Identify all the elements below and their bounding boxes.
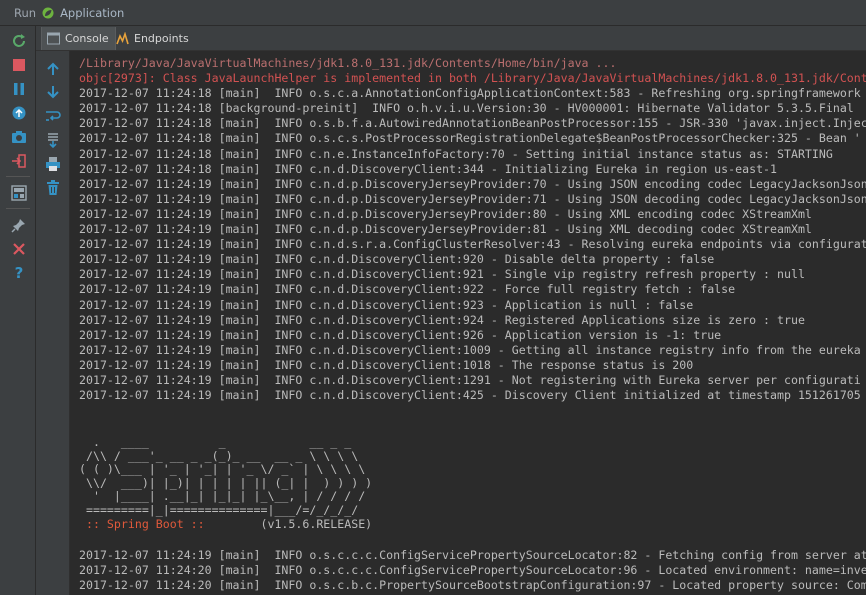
print-icon[interactable] [45,156,61,172]
log-line: 2017-12-07 11:24:19 [main] INFO c.n.d.Di… [79,372,861,387]
log-line: 2017-12-07 11:24:19 [main] INFO c.n.d.Di… [79,297,694,312]
log-block-2: 2017-12-07 11:24:19 [main] INFO o.s.c.c.… [79,548,866,595]
scroll-to-end-icon[interactable] [45,132,61,148]
run-left-toolbar: ? [0,26,36,595]
banner-line: /\\ / ___'_ __ _ _(_)_ __ __ _ \ \ \ \ [79,448,359,463]
log-line: 2017-12-07 11:24:18 [main] INFO c.n.e.In… [79,146,833,161]
log-line: 2017-12-07 11:24:18 [background-preinit]… [79,101,854,116]
run-label: Run [14,5,37,20]
tab-endpoints-label: Endpoints [134,32,189,45]
spring-boot-label: :: Spring Boot :: [79,517,212,532]
log-line: 2017-12-07 11:24:19 [main] INFO c.n.d.Di… [79,357,694,372]
log-block-1: 2017-12-07 11:24:18 [main] INFO o.s.c.a.… [79,86,866,403]
scroll-down-icon[interactable] [45,84,61,100]
banner-line: =========|_|==============|___/=/_/_/_/ [79,502,359,517]
console-icon [47,32,60,45]
log-line: 2017-12-07 11:24:19 [main] INFO o.s.c.c.… [79,547,866,562]
update-icon[interactable] [10,104,28,122]
tab-bar: Console Endpoints [36,26,866,51]
spring-boot-banner: . ____ _ __ _ _ /\\ / ___'_ __ _ _(_)_ _… [79,433,866,517]
spring-boot-version: (v1.5.6.RELEASE) [211,517,373,532]
banner-line: ' |____| .__|_| |_|_| |_\__, | / / / / [79,489,366,504]
stop-icon[interactable] [10,56,28,74]
console-command-line: /Library/Java/JavaVirtualMachines/jdk1.8… [79,56,617,70]
run-titlebar: Run Application [0,0,866,26]
log-line: 2017-12-07 11:24:19 [main] INFO c.n.d.p.… [79,222,812,237]
log-line: 2017-12-07 11:24:18 [main] INFO o.s.b.f.… [79,116,866,131]
pin-icon[interactable] [10,216,28,234]
help-icon[interactable]: ? [10,264,28,282]
toolbar-separator [6,176,30,177]
spring-leaf-icon [42,7,54,18]
console-error-line: objc[2973]: Class JavaLaunchHelper is im… [79,71,866,86]
log-line: 2017-12-07 11:24:19 [main] INFO c.n.d.Di… [79,267,805,282]
log-line: 2017-12-07 11:24:19 [main] INFO c.n.d.Di… [79,327,722,342]
banner-line: . ____ _ __ _ _ [79,435,352,450]
log-line: 2017-12-07 11:24:19 [main] INFO c.n.d.p.… [79,206,812,221]
spring-boot-version-line: :: Spring Boot :: (v1.5.6.RELEASE) [79,517,866,532]
console-toolbar [36,51,70,595]
tab-endpoints[interactable]: Endpoints [111,27,195,50]
pause-icon[interactable] [10,80,28,98]
log-line: 2017-12-07 11:24:18 [main] INFO c.n.d.Di… [79,161,778,176]
rerun-icon[interactable] [10,32,28,50]
layout-icon[interactable] [10,184,28,202]
log-line: 2017-12-07 11:24:19 [main] INFO c.n.d.Di… [79,252,715,267]
banner-line: \\/ ___)| |_)| | | | | || (_| | ) ) ) ) [79,475,373,490]
close-icon[interactable] [10,240,28,258]
endpoints-icon [116,32,129,45]
log-line: 2017-12-07 11:24:19 [main] INFO c.n.d.Di… [79,312,805,327]
app-name[interactable]: Application [60,6,124,20]
camera-icon[interactable] [10,128,28,146]
log-line: 2017-12-07 11:24:19 [main] INFO c.n.d.s.… [79,237,866,252]
toolbar-separator [6,208,30,209]
exit-icon[interactable] [10,152,28,170]
log-line: 2017-12-07 11:24:19 [main] INFO c.n.d.Di… [79,342,861,357]
scroll-up-icon[interactable] [45,61,61,77]
log-line: 2017-12-07 11:24:18 [main] INFO o.s.c.s.… [79,131,861,146]
log-line: 2017-12-07 11:24:19 [main] INFO c.n.d.p.… [79,191,866,206]
tab-console[interactable]: Console [41,27,116,50]
log-line: 2017-12-07 11:24:20 [main] INFO o.s.c.c.… [79,562,866,577]
log-line: 2017-12-07 11:24:19 [main] INFO c.n.d.Di… [79,388,861,403]
banner-line: ( ( )\___ | '_ | '_| | '_ \/ _` | \ \ \ … [79,462,366,477]
tab-console-label: Console [65,32,109,45]
log-line: 2017-12-07 11:24:19 [main] INFO c.n.d.Di… [79,282,736,297]
soft-wrap-icon[interactable] [45,108,61,124]
console-output[interactable]: /Library/Java/JavaVirtualMachines/jdk1.8… [70,51,866,595]
trash-icon[interactable] [45,180,61,196]
log-line: 2017-12-07 11:24:18 [main] INFO o.s.c.a.… [79,86,861,101]
log-line: 2017-12-07 11:24:19 [main] INFO c.n.d.p.… [79,176,866,191]
log-line: 2017-12-07 11:24:20 [main] INFO o.s.c.b.… [79,577,866,592]
